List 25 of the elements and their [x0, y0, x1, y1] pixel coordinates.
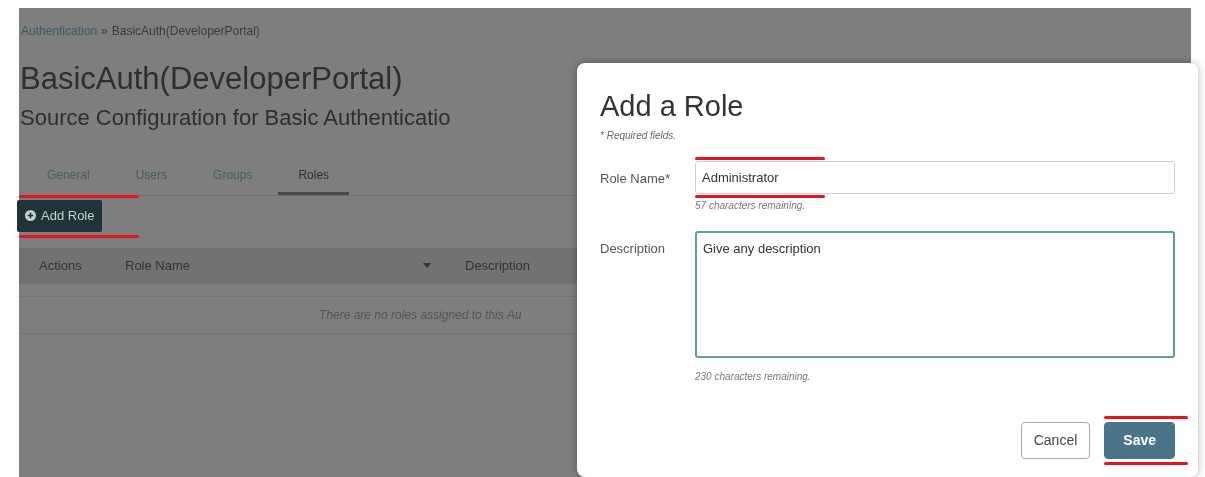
column-header[interactable]: Role Name	[125, 255, 191, 276]
plus-circle-icon	[25, 210, 36, 222]
column-header[interactable]: Description	[465, 255, 531, 276]
tab[interactable]: Users	[115, 162, 188, 196]
tab[interactable]: Roles	[278, 162, 350, 196]
cancel-button[interactable]: Cancel	[1020, 422, 1091, 460]
characters-remaining-hint: 230 characters remaining.	[695, 370, 812, 385]
page-title: BasicAuth(DeveloperPortal)	[20, 60, 404, 98]
description-field[interactable]: Give any description	[695, 231, 1175, 359]
required-fields-note: * Required fields.	[600, 128, 678, 143]
characters-remaining-hint: 57 characters remaining.	[695, 199, 807, 214]
tab[interactable]: Groups	[193, 162, 273, 196]
breadcrumb-link[interactable]: Authentication	[21, 22, 98, 40]
save-button[interactable]: Save	[1104, 422, 1175, 460]
sort-icon[interactable]	[423, 263, 431, 269]
tab[interactable]: General	[27, 162, 110, 196]
column-header[interactable]: Actions	[39, 255, 82, 276]
field-label: Role Name*	[600, 169, 672, 188]
page-subtitle: Source Configuration for Basic Authenticatio	[20, 104, 451, 133]
role-name-field[interactable]: Administrator	[695, 160, 1175, 195]
field-label: Description	[600, 240, 667, 259]
add-role-button[interactable]: Add Role	[17, 200, 103, 232]
breadcrumb-separator: »	[101, 23, 108, 40]
breadcrumb-current: BasicAuth(DeveloperPortal)	[111, 23, 260, 40]
dialog-title: Add a Role	[600, 89, 745, 124]
